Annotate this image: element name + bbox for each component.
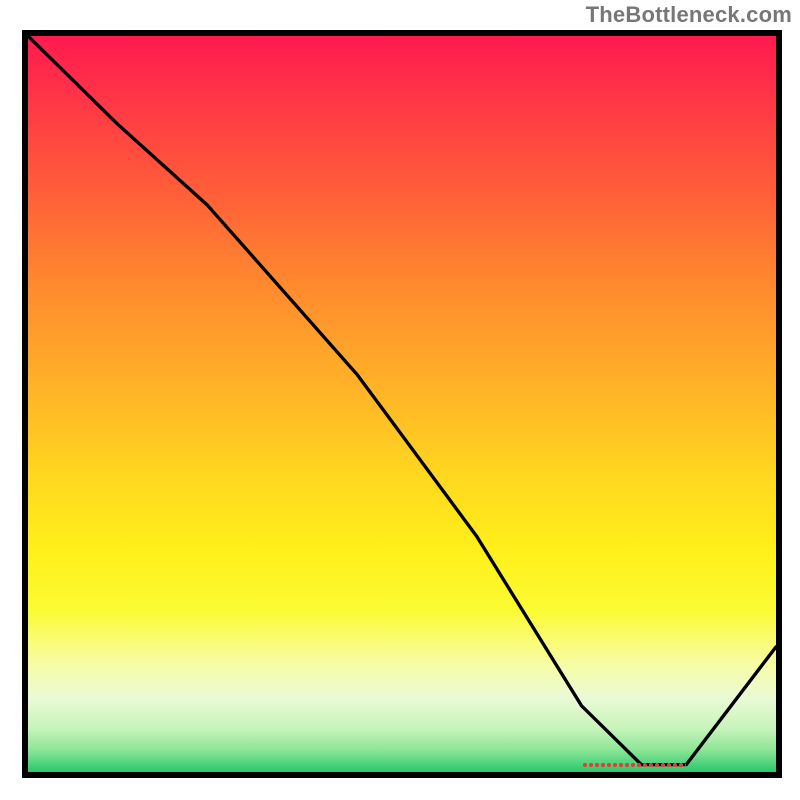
gradient-background xyxy=(28,36,776,772)
plot-area xyxy=(22,30,782,778)
chart-container: TheBottleneck.com xyxy=(0,0,800,800)
watermark-text: TheBottleneck.com xyxy=(586,2,792,28)
